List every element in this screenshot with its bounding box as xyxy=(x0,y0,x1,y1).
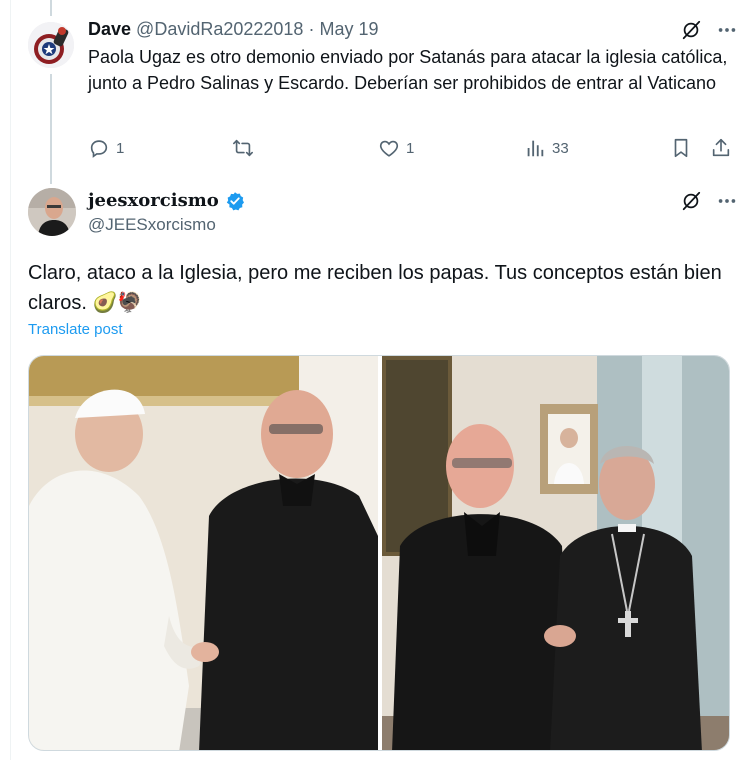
avatar-jeesxorcismo[interactable] xyxy=(28,188,76,236)
reply-button[interactable]: 1 xyxy=(88,134,124,162)
tweet-date[interactable]: May 19 xyxy=(319,19,378,39)
tweet-media-grid xyxy=(28,355,730,751)
main-tweet-text: Claro, ataco a la Iglesia, pero me recib… xyxy=(28,262,722,314)
main-tweet-top-icons xyxy=(680,190,738,212)
photo-pope-handshake[interactable] xyxy=(29,356,378,750)
author-name[interactable]: Dave xyxy=(88,19,131,39)
grok-icon[interactable] xyxy=(680,19,702,41)
views-count: 33 xyxy=(552,139,569,157)
parent-action-bar: 1 1 33 xyxy=(88,134,736,162)
bookmark-button[interactable] xyxy=(670,134,692,162)
verified-badge-icon[interactable] xyxy=(225,191,245,211)
views-icon xyxy=(527,140,544,157)
parent-tweet-text: Paola Ugaz es otro demonio enviado por S… xyxy=(88,47,728,93)
main-author-name-row: jeesxorcismo xyxy=(88,190,245,211)
thread-line-connector xyxy=(50,74,52,184)
author-handle[interactable]: @JEESxorcismo xyxy=(88,215,216,235)
like-icon xyxy=(379,140,399,157)
reply-count: 1 xyxy=(116,139,125,157)
translate-post-link[interactable]: Translate post xyxy=(28,321,123,338)
retweet-button[interactable] xyxy=(232,134,260,162)
photo-cardinal-handshake[interactable] xyxy=(382,356,729,750)
like-button[interactable]: 1 xyxy=(378,134,414,162)
thread-line-top xyxy=(50,0,52,16)
share-button[interactable] xyxy=(710,134,732,162)
views-button[interactable]: 33 xyxy=(524,134,569,162)
bookmark-icon xyxy=(674,138,688,158)
author-name[interactable]: jeesxorcismo xyxy=(88,190,219,211)
more-icon[interactable] xyxy=(716,19,738,41)
timeline-border xyxy=(10,0,11,760)
retweet-icon xyxy=(233,139,253,157)
reply-icon xyxy=(90,140,108,158)
parent-tweet-header: Dave @DavidRa20222018 · May 19 xyxy=(88,19,379,40)
avatar-dave[interactable] xyxy=(28,22,74,68)
parent-tweet[interactable]: Dave @DavidRa20222018 · May 19 Paola Uga… xyxy=(28,0,740,184)
like-count: 1 xyxy=(406,139,415,157)
author-handle[interactable]: @DavidRa20222018 xyxy=(136,19,303,39)
parent-tweet-top-icons xyxy=(680,19,738,41)
share-icon xyxy=(712,138,730,157)
separator: · xyxy=(308,19,315,39)
grok-icon[interactable] xyxy=(680,190,702,212)
more-icon[interactable] xyxy=(716,190,738,212)
